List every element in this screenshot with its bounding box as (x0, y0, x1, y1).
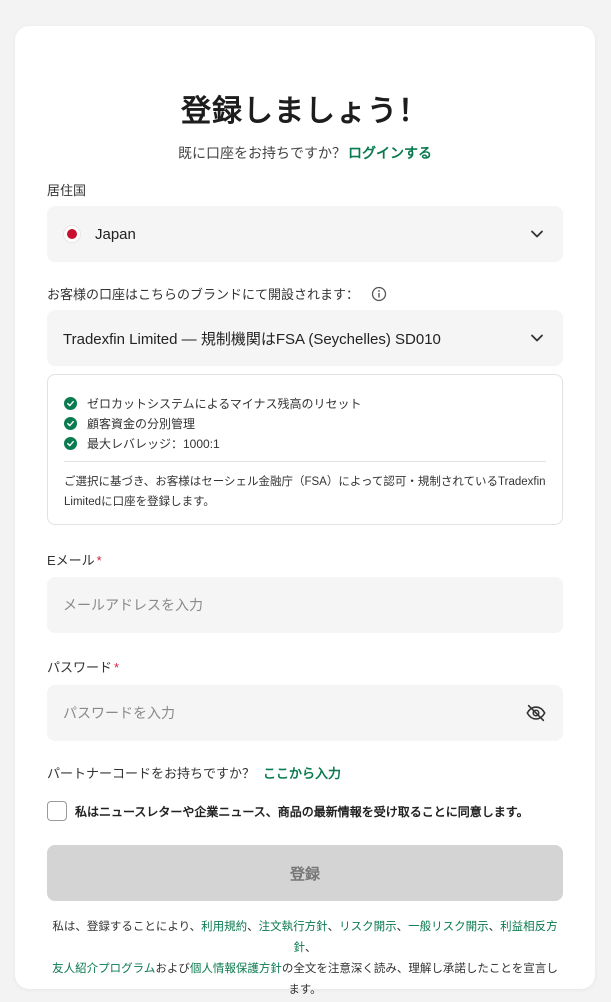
password-field[interactable]: パスワードを入力 (47, 685, 563, 741)
login-prompt: 既に口座をお持ちですか？ ログインする (15, 143, 595, 163)
email-label: Eメール * (47, 550, 102, 569)
eye-off-icon[interactable] (525, 702, 547, 724)
country-value: Japan (95, 225, 136, 243)
country-select[interactable]: Japan (47, 206, 563, 262)
order-execution-policy-link[interactable]: 注文執行方針 (259, 921, 328, 933)
feature-item: 最大レバレッジ：1000:1 (64, 433, 546, 453)
brand-label: お客様の口座はこちらのブランドにて開設されます： (47, 287, 360, 302)
email-placeholder: メールアドレスを入力 (63, 597, 203, 613)
password-placeholder: パスワードを入力 (63, 705, 175, 721)
brand-note: ご選択に基づき、お客様はセーシェル金融庁（FSA）によって認可・規制されているT… (64, 476, 546, 508)
divider (64, 461, 546, 462)
legal-disclaimer: 私は、登録することにより、利用規約、注文執行方針、リスク開示、一般リスク開示、利… (47, 917, 563, 1001)
email-label-text: Eメール (47, 553, 95, 568)
login-prompt-text: 既に口座をお持ちですか？ (178, 145, 346, 161)
country-label: 居住国 (47, 183, 87, 198)
check-circle-icon (64, 396, 77, 410)
legal-and: および (155, 963, 190, 975)
check-circle-icon (64, 416, 77, 430)
password-label-text: パスワード (47, 660, 113, 675)
risk-disclosure-link[interactable]: リスク開示 (339, 921, 397, 933)
legal-prefix: 私は、登録することにより、 (52, 921, 202, 933)
partner-code-link[interactable]: ここから入力 (263, 766, 341, 781)
japan-flag-icon (63, 225, 81, 243)
password-label: パスワード * (47, 657, 119, 676)
legal-sep: 、 (396, 921, 409, 933)
brand-label-row: お客様の口座はこちらのブランドにて開設されます： (47, 284, 387, 303)
feature-text: 顧客資金の分別管理 (87, 416, 196, 431)
info-icon[interactable] (371, 286, 387, 302)
chevron-down-icon (531, 334, 543, 342)
newsletter-checkbox[interactable] (47, 801, 67, 821)
brand-value: Tradexfin Limited — 規制機関はFSA (Seychelles… (63, 330, 441, 348)
required-mark: * (96, 553, 102, 568)
feature-item: ゼロカットシステムによるマイナス残高のリセット (64, 393, 546, 413)
email-field[interactable]: メールアドレスを入力 (47, 577, 563, 633)
required-mark: * (114, 660, 120, 675)
legal-sep: 、 (327, 921, 340, 933)
terms-link[interactable]: 利用規約 (201, 921, 247, 933)
partner-prompt: パートナーコードをお持ちですか？ (47, 766, 256, 781)
legal-sep: 、 (305, 942, 317, 954)
brand-select[interactable]: Tradexfin Limited — 規制機関はFSA (Seychelles… (47, 310, 563, 366)
brand-info-box: ゼロカットシステムによるマイナス残高のリセット 顧客資金の分別管理 最大レバレッ… (47, 374, 563, 525)
feature-item: 顧客資金の分別管理 (64, 413, 546, 433)
check-circle-icon (64, 436, 77, 450)
feature-text: 最大レバレッジ：1000:1 (87, 436, 220, 451)
legal-sep: 、 (247, 921, 259, 933)
partner-code-row: パートナーコードをお持ちですか？ ここから入力 (47, 763, 341, 782)
legal-sep: 、 (488, 921, 501, 933)
register-button[interactable]: 登録 (47, 845, 563, 901)
page-title: 登録しましょう！ (181, 95, 429, 128)
privacy-policy-link[interactable]: 個人情報保護方針 (190, 963, 282, 975)
newsletter-consent: 私はニュースレターや企業ニュース、商品の最新情報を受け取ることに同意します。 (47, 801, 529, 821)
legal-suffix: の全文を注意深く読み、理解し承諾したことを宣言します。 (281, 963, 558, 996)
chevron-down-icon (531, 230, 543, 238)
login-link[interactable]: ログインする (348, 145, 432, 161)
feature-text: ゼロカットシステムによるマイナス残高のリセット (87, 396, 362, 411)
general-risk-disclosure-link[interactable]: 一般リスク開示 (408, 921, 489, 933)
referral-program-link[interactable]: 友人紹介プログラム (52, 963, 155, 975)
newsletter-consent-label: 私はニュースレターや企業ニュース、商品の最新情報を受け取ることに同意します。 (75, 804, 529, 819)
